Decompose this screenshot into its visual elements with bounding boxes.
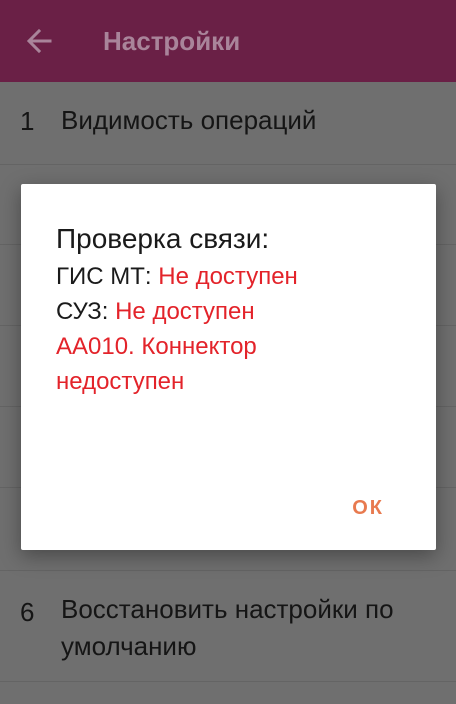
settings-item-number: 1 bbox=[20, 106, 35, 136]
gis-status-line: ГИС МТ: Не доступен bbox=[56, 259, 426, 294]
app-bar: Настройки bbox=[0, 0, 456, 82]
connection-check-dialog: Проверка связи: ГИС МТ: Не доступен СУЗ:… bbox=[21, 184, 436, 550]
page-title: Настройки bbox=[103, 26, 241, 56]
error-message-line2: недоступен bbox=[56, 368, 185, 395]
suz-status-line: СУЗ: Не доступен bbox=[56, 294, 426, 329]
settings-item-restore-defaults[interactable]: 6 Восстановить настройки по умолчанию bbox=[0, 571, 456, 682]
settings-item-label: Восстановить настройки по умолчанию bbox=[61, 594, 394, 661]
arrow-left-icon bbox=[26, 28, 52, 54]
dialog-message: ГИС МТ: Не доступен СУЗ: Не доступен АА0… bbox=[56, 259, 426, 399]
error-message-line1: АА010. Коннектор bbox=[56, 333, 257, 360]
settings-item-label: Видимость операций bbox=[61, 105, 317, 135]
suz-label: СУЗ: bbox=[56, 298, 116, 325]
gis-status: Не доступен bbox=[158, 263, 298, 290]
ok-button[interactable]: ОК bbox=[348, 491, 388, 526]
dialog-title: Проверка связи: bbox=[56, 223, 270, 254]
suz-status: Не доступен bbox=[115, 298, 255, 325]
back-button[interactable] bbox=[22, 24, 56, 58]
settings-item-number: 6 bbox=[20, 597, 35, 627]
settings-item-visibility[interactable]: 1 Видимость операций bbox=[0, 82, 456, 165]
gis-label: ГИС МТ: bbox=[56, 263, 159, 290]
